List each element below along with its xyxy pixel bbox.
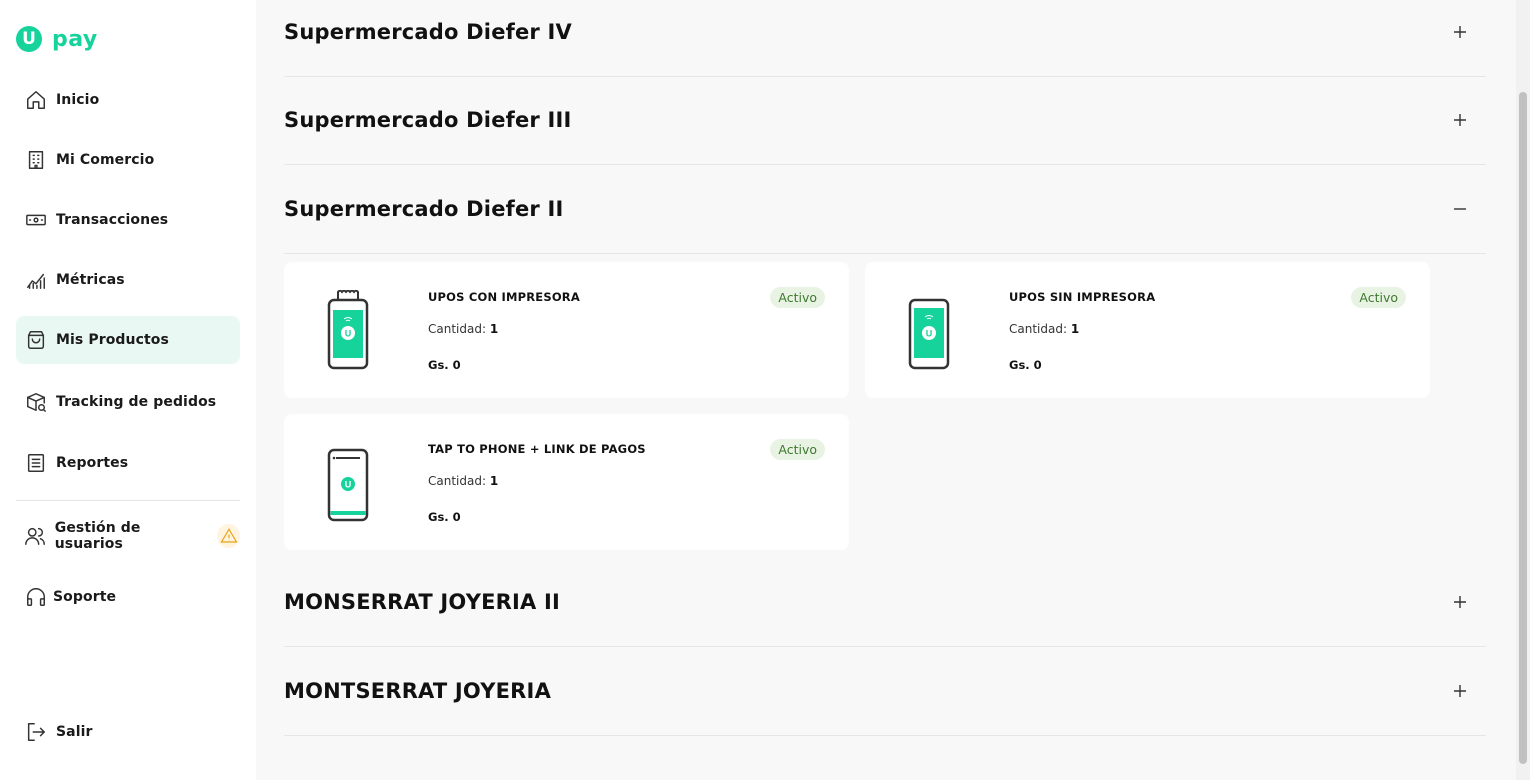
chart-icon — [24, 268, 48, 292]
svg-text:U: U — [345, 329, 352, 339]
nav-item-inicio[interactable]: Inicio — [16, 76, 240, 124]
nav-label: Salir — [56, 724, 93, 740]
nav-divider — [16, 500, 240, 501]
product-card: U TAP TO PHONE + LINK DE PAGOS Cantidad:… — [284, 414, 849, 550]
section-title: Supermercado Diefer III — [284, 108, 572, 132]
scrollbar[interactable] — [1516, 0, 1530, 780]
brand-logo[interactable]: U pay — [16, 26, 98, 52]
svg-text:U: U — [926, 329, 933, 339]
nav-label: Gestión de usuarios — [54, 520, 141, 552]
building-icon — [24, 148, 48, 172]
section-title: Supermercado Diefer II — [284, 197, 564, 221]
package-icon — [24, 390, 48, 414]
section-montserrat-joyeria[interactable]: MONTSERRAT JOYERIA — [284, 647, 1486, 736]
plus-icon[interactable] — [1450, 22, 1470, 42]
warning-icon — [217, 524, 240, 548]
section-diefer-iv[interactable]: Supermercado Diefer IV — [284, 0, 1486, 77]
home-icon — [24, 88, 48, 112]
nav-item-gestion-usuarios[interactable]: Gestión de usuarios — [16, 512, 240, 560]
nav-label: Transacciones — [56, 212, 169, 228]
nav-label: Reportes — [56, 455, 129, 471]
nav-item-reportes[interactable]: Reportes — [16, 439, 240, 487]
section-monserrat-joyeria-ii[interactable]: MONSERRAT JOYERIA II — [284, 558, 1486, 647]
status-badge: Activo — [1351, 287, 1406, 308]
product-quantity: Cantidad: 1 — [428, 474, 499, 488]
money-icon — [24, 208, 48, 232]
plus-icon[interactable] — [1450, 592, 1470, 612]
status-badge: Activo — [770, 439, 825, 460]
section-title: MONTSERRAT JOYERIA — [284, 679, 552, 703]
product-quantity: Cantidad: 1 — [428, 322, 499, 336]
product-quantity: Cantidad: 1 — [1009, 322, 1080, 336]
nav-item-mis-productos[interactable]: Mis Productos — [16, 316, 240, 364]
nav-item-tracking[interactable]: Tracking de pedidos — [16, 378, 240, 426]
nav-label: Soporte — [53, 589, 117, 605]
nav-item-transacciones[interactable]: Transacciones — [16, 196, 240, 244]
section-title: Supermercado Diefer IV — [284, 20, 572, 44]
product-price: Gs. 0 — [1009, 358, 1042, 372]
nav-item-metricas[interactable]: Métricas — [16, 256, 240, 304]
nav-item-soporte[interactable]: Soporte — [16, 573, 240, 621]
section-diefer-iii[interactable]: Supermercado Diefer III — [284, 76, 1486, 165]
logout-button[interactable]: Salir — [16, 708, 240, 756]
product-price: Gs. 0 — [428, 358, 461, 372]
nav-label: Métricas — [56, 272, 125, 288]
product-price: Gs. 0 — [428, 510, 461, 524]
report-icon — [24, 451, 48, 475]
scrollbar-thumb[interactable] — [1519, 92, 1527, 764]
phone-icon: U — [327, 448, 369, 522]
nav-label: Mis Productos — [56, 332, 169, 348]
product-name: UPOS CON IMPRESORA — [428, 290, 580, 304]
section-diefer-ii[interactable]: Supermercado Diefer II — [284, 165, 1486, 254]
nav-label: Tracking de pedidos — [56, 394, 217, 410]
svg-text:U: U — [345, 480, 352, 490]
headset-icon — [24, 585, 48, 609]
nav-label: Inicio — [56, 92, 100, 108]
plus-icon[interactable] — [1450, 681, 1470, 701]
minus-icon[interactable] — [1450, 199, 1470, 219]
users-icon — [24, 524, 47, 548]
logout-icon — [24, 720, 48, 744]
sidebar: U pay Inicio Mi Comercio Transacciones M… — [0, 0, 256, 780]
pos-icon: U — [908, 298, 950, 370]
bag-icon — [24, 328, 48, 352]
plus-icon[interactable] — [1450, 110, 1470, 130]
brand-name: pay — [52, 26, 98, 52]
product-card: U UPOS CON IMPRESORA Cantidad: 1 Gs. 0 A… — [284, 262, 849, 398]
product-name: TAP TO PHONE + LINK DE PAGOS — [428, 442, 646, 456]
status-badge: Activo — [770, 287, 825, 308]
product-name: UPOS SIN IMPRESORA — [1009, 290, 1156, 304]
brand-mark: U — [16, 26, 42, 52]
pos-printer-icon: U — [327, 290, 369, 370]
section-title: MONSERRAT JOYERIA II — [284, 590, 561, 614]
nav-item-mi-comercio[interactable]: Mi Comercio — [16, 136, 240, 184]
product-card: U UPOS SIN IMPRESORA Cantidad: 1 Gs. 0 A… — [865, 262, 1430, 398]
nav-label: Mi Comercio — [56, 152, 155, 168]
